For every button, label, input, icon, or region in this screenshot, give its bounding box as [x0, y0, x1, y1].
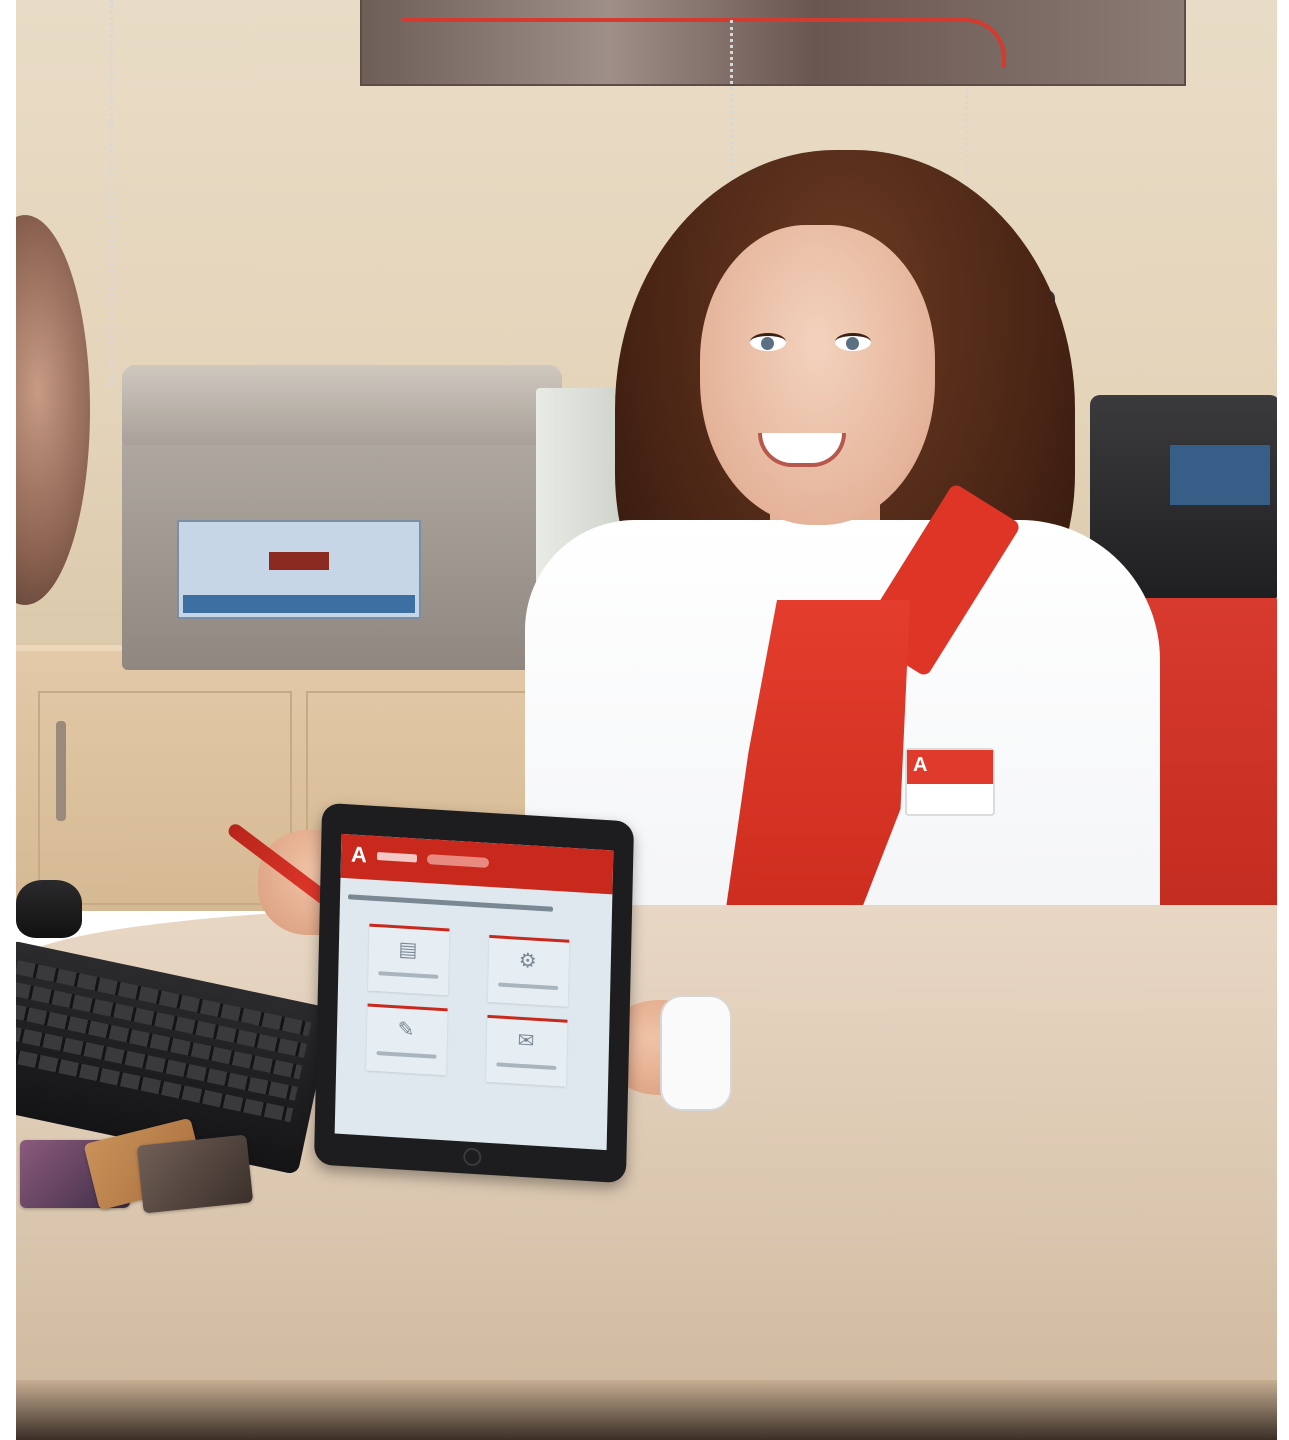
wall-picture	[360, 0, 1186, 86]
desk-edge	[16, 1380, 1277, 1440]
badge-header: A	[907, 750, 993, 784]
bank-logo-icon: A	[350, 841, 368, 868]
sealer-lid	[122, 365, 562, 445]
sealer-display	[269, 552, 329, 570]
smile	[758, 433, 846, 467]
tile-documents[interactable]: ▤	[367, 923, 450, 996]
name-badge: A	[905, 748, 995, 816]
tablet-screen[interactable]: A ▤ ⚙ ✎ ✉	[334, 833, 614, 1151]
tinsel-decoration	[965, 90, 974, 200]
app-header: A	[340, 833, 614, 895]
card	[136, 1134, 254, 1214]
counter-screen	[1170, 445, 1270, 505]
vacuum-sealer-machine	[122, 365, 562, 670]
badge-logo-icon: A	[913, 754, 928, 776]
left-eye	[750, 333, 786, 351]
envelope-icon: ✉	[517, 1029, 535, 1053]
white-wristwatch	[660, 995, 732, 1111]
pencil-icon: ✎	[397, 1018, 415, 1042]
picture-red-stroke	[402, 18, 1006, 68]
sealer-control-panel	[177, 520, 421, 619]
tile-edit[interactable]: ✎	[366, 1003, 448, 1076]
face	[700, 225, 935, 525]
right-border	[1277, 0, 1289, 1440]
cabinet-handle	[56, 721, 66, 821]
sealer-panel-strip	[183, 595, 415, 613]
computer-mouse	[16, 880, 82, 938]
app-brand-name	[376, 852, 418, 863]
tablet-device: A ▤ ⚙ ✎ ✉	[313, 802, 635, 1184]
right-eye	[835, 333, 871, 351]
tile-messages[interactable]: ✉	[485, 1014, 568, 1087]
tile-caption	[376, 1051, 437, 1059]
gear-icon: ⚙	[518, 949, 537, 973]
tile-caption	[378, 971, 439, 979]
tile-caption	[498, 982, 559, 991]
bank-office-photo: A A ▤ ⚙ ✎ ✉	[0, 0, 1289, 1440]
app-prompt-text	[347, 894, 554, 912]
document-icon: ▤	[398, 938, 418, 962]
tile-settings[interactable]: ⚙	[487, 934, 570, 1007]
card-stack	[20, 1117, 254, 1220]
tablet-home-button[interactable]	[463, 1147, 482, 1167]
tinsel-decoration	[110, 0, 119, 385]
app-header-pill[interactable]	[426, 854, 490, 868]
left-border	[0, 0, 16, 1440]
cabinet-door	[38, 691, 292, 905]
tile-caption	[496, 1062, 557, 1071]
